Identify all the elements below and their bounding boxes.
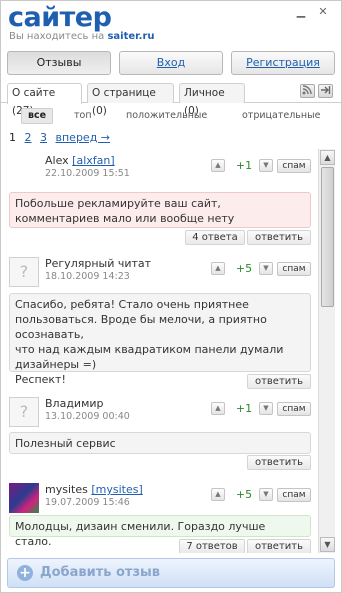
author-name: Регулярный читат: [45, 257, 152, 270]
review-item: Alex [alxfan] 22.10.2009 15:51 ▲ +1 ▼ сп…: [7, 154, 315, 245]
vote-down-icon[interactable]: ▼: [259, 159, 273, 172]
review-date: 19.07.2009 15:46: [45, 497, 130, 508]
header: сайтер Вы находитесь на saiter.ru ▁ ✕: [1, 1, 341, 47]
subtitle-prefix: Вы находитесь на: [9, 31, 105, 42]
scrollbar-thumb[interactable]: [321, 167, 334, 307]
review-text-line: Спасибо, ребята! Стало очень приятнее: [15, 298, 249, 311]
register-button[interactable]: Регистрация: [231, 51, 335, 75]
filter-all[interactable]: все: [21, 108, 54, 124]
author-nick-link[interactable]: [alxfan]: [72, 154, 114, 167]
tab-about-site[interactable]: О сайте (27): [7, 83, 82, 117]
review-text: Молодцы, дизаин сменили. Гораздо лучше с…: [9, 515, 311, 548]
review-author: Владимир: [45, 397, 104, 410]
review-text: Побольше рекламируйте ваш сайт, коммента…: [9, 192, 311, 228]
subtitle-site: saiter.ru: [107, 31, 155, 42]
vote-score: +5: [235, 488, 253, 501]
scroll-up-icon[interactable]: ▲: [320, 150, 335, 165]
vote-score: +5: [235, 262, 253, 275]
review-date: 22.10.2009 15:51: [45, 168, 130, 179]
review-author: Регулярный читат: [45, 257, 151, 270]
tab-bar: О сайте (27) О странице (0) Личное (0): [1, 81, 341, 117]
close-icon[interactable]: ✕: [316, 5, 330, 19]
main-nav: Отзывы Вход Регистрация: [7, 51, 337, 77]
author-nick-link[interactable]: [mysites]: [91, 483, 142, 496]
tab-personal[interactable]: Личное (0): [179, 83, 245, 117]
spam-button[interactable]: спам: [277, 159, 311, 173]
filter-negative[interactable]: отрицательные: [242, 108, 320, 124]
filter-top[interactable]: топ: [74, 108, 92, 124]
exit-icon[interactable]: [318, 84, 333, 98]
scrollbar[interactable]: ▲ ▼: [318, 149, 335, 553]
review-text: Спасибо, ребята! Стало очень приятнее по…: [9, 293, 311, 386]
review-text: Полезный сервис: [9, 432, 311, 454]
scroll-down-icon[interactable]: ▼: [320, 537, 335, 552]
spam-button[interactable]: спам: [277, 262, 311, 276]
review-author: mysites [mysites]: [45, 483, 143, 496]
logo[interactable]: сайтер: [8, 2, 112, 33]
vote-down-icon[interactable]: ▼: [259, 402, 273, 415]
location-subtitle: Вы находитесь на saiter.ru: [9, 31, 155, 42]
reviews-button[interactable]: Отзывы: [7, 51, 111, 75]
author-name: Владимир: [45, 397, 104, 410]
review-item: ? Владимир 13.10.2009 00:40 ▲ +1 ▼ спам …: [7, 397, 315, 470]
reply-button[interactable]: ответить: [247, 539, 311, 553]
spam-button[interactable]: спам: [277, 488, 311, 502]
author-name: mysites: [45, 483, 88, 496]
reply-button[interactable]: ответить: [247, 230, 311, 245]
vote-up-icon[interactable]: ▲: [211, 262, 225, 275]
replies-count-button[interactable]: 4 ответа: [185, 230, 245, 245]
vote-up-icon[interactable]: ▲: [211, 488, 225, 501]
vote-score: +1: [235, 159, 253, 172]
login-button[interactable]: Вход: [119, 51, 223, 75]
plus-icon: +: [17, 565, 33, 581]
reply-button[interactable]: ответить: [247, 374, 311, 389]
rss-icon[interactable]: [300, 84, 315, 98]
page-current: 1: [9, 131, 16, 144]
avatar: ?: [9, 397, 39, 427]
filter-positive[interactable]: положительные: [126, 108, 207, 124]
replies-count-button[interactable]: 7 ответов: [179, 539, 245, 553]
vote-up-icon[interactable]: ▲: [211, 159, 225, 172]
minimize-icon[interactable]: ▁: [294, 5, 308, 19]
vote-score: +1: [235, 402, 253, 415]
review-text-line: дизайнеры =): [15, 358, 97, 371]
page-2-link[interactable]: 2: [25, 131, 32, 144]
review-date: 18.10.2009 14:23: [45, 271, 130, 282]
reviews-list: Alex [alxfan] 22.10.2009 15:51 ▲ +1 ▼ сп…: [7, 149, 315, 553]
review-date: 13.10.2009 00:40: [45, 411, 130, 422]
avatar: [9, 483, 39, 513]
reply-button[interactable]: ответить: [247, 455, 311, 470]
vote-down-icon[interactable]: ▼: [259, 488, 273, 501]
review-author: Alex [alxfan]: [45, 154, 115, 167]
review-item: ? Регулярный читат 18.10.2009 14:23 ▲ +5…: [7, 257, 315, 389]
vote-down-icon[interactable]: ▼: [259, 262, 273, 275]
review-text-line: что над каждым квадратиком панели думали: [15, 343, 284, 356]
tab-about-page[interactable]: О странице (0): [87, 83, 174, 117]
vote-up-icon[interactable]: ▲: [211, 402, 225, 415]
review-text-line: пользоваться. Вроде бы мелочи, а приятно…: [15, 313, 267, 341]
pagination: 1 2 3 вперед →: [9, 131, 110, 144]
avatar: ?: [9, 257, 39, 287]
next-page-link[interactable]: вперед →: [56, 131, 111, 144]
filter-bar: все топ положительные отрицательные: [1, 108, 341, 124]
add-review-button[interactable]: + Добавить отзыв: [7, 558, 335, 588]
saiter-panel: сайтер Вы находитесь на saiter.ru ▁ ✕ От…: [0, 0, 342, 593]
author-name: Alex: [45, 154, 69, 167]
review-item: mysites [mysites] 19.07.2009 15:46 ▲ +5 …: [7, 483, 315, 553]
add-review-label: Добавить отзыв: [40, 565, 160, 580]
page-3-link[interactable]: 3: [40, 131, 47, 144]
spam-button[interactable]: спам: [277, 402, 311, 416]
